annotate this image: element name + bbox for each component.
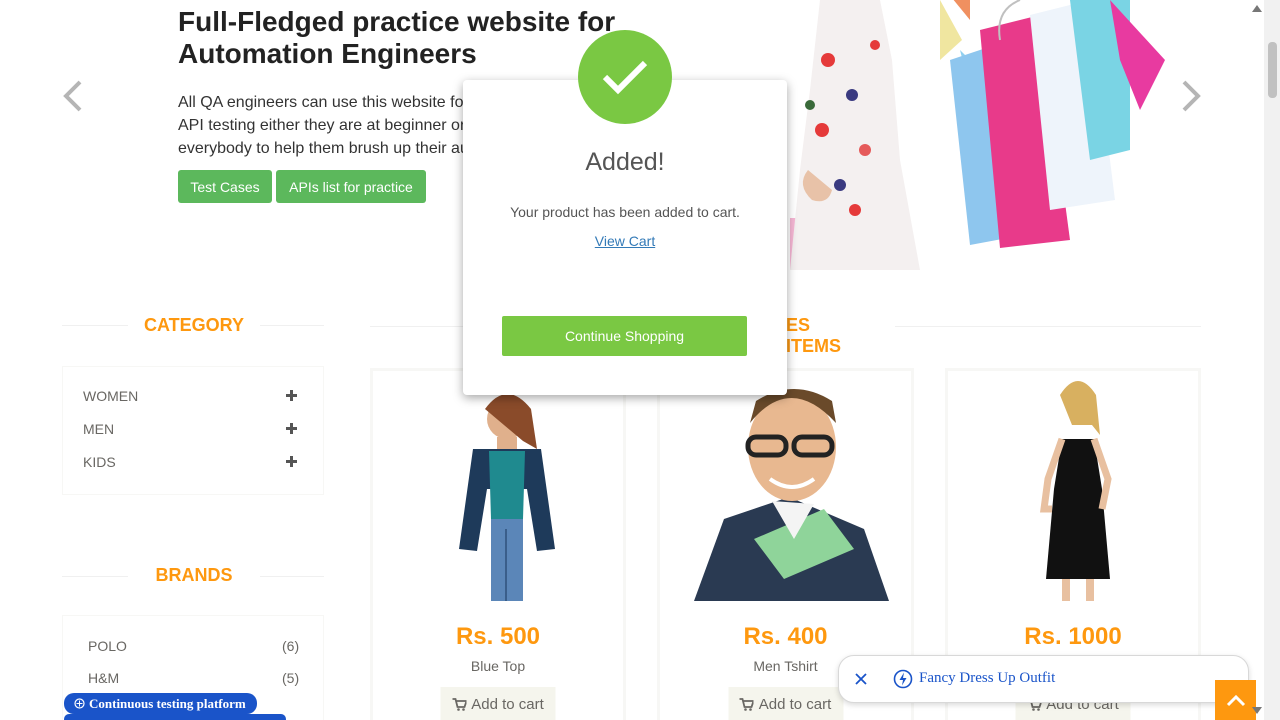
category-item-women[interactable]: WOMEN <box>83 388 138 404</box>
ad-label: Continuous testing platform <box>89 695 246 711</box>
hero-desc-line: everybody to help them brush up their au <box>178 140 469 157</box>
brand-item-hm[interactable]: H&M <box>88 670 119 686</box>
divider <box>260 576 324 577</box>
category-item-men[interactable]: MEN <box>83 421 114 437</box>
hero-title: Full-Fledged practice website for Automa… <box>178 6 616 69</box>
brand-count: (5) <box>282 670 300 686</box>
add-to-cart-button[interactable]: Add to cart <box>440 687 556 720</box>
hero-desc-line: API testing either they are at beginner … <box>178 117 466 134</box>
divider <box>62 576 128 577</box>
product-price: Rs. 400 <box>743 623 828 650</box>
lightning-icon <box>893 669 913 689</box>
apis-list-button[interactable]: APIs list for practice <box>276 170 426 203</box>
added-to-cart-modal: Added! Your product has been added to ca… <box>463 80 787 395</box>
features-items-title: ES ITEMS <box>786 315 842 356</box>
brand-item-polo[interactable]: POLO <box>88 638 127 654</box>
product-price: Rs. 1000 <box>1024 623 1122 650</box>
continuous-testing-ad[interactable]: Continuous testing platform <box>64 693 257 714</box>
product-image <box>459 394 555 601</box>
product-image <box>694 389 889 601</box>
continue-shopping-button[interactable]: Continue Shopping <box>502 316 747 356</box>
checkmark-icon <box>578 30 672 124</box>
scrollbar-thumb[interactable] <box>1268 42 1277 98</box>
divider <box>62 325 128 326</box>
suggestion-bar[interactable]: Fancy Dress Up Outfit <box>838 655 1249 703</box>
divider <box>895 326 1201 327</box>
scroll-to-top-button[interactable] <box>1215 680 1256 720</box>
divider <box>260 325 324 326</box>
plus-icon[interactable] <box>286 456 297 467</box>
plus-circle-icon <box>74 698 85 709</box>
scroll-down-arrow-icon[interactable] <box>1251 706 1263 716</box>
product-card: Rs. 500 Blue Top Add to cart <box>370 368 626 720</box>
category-item-kids[interactable]: KIDS <box>83 454 116 470</box>
cart-icon <box>452 697 467 711</box>
carousel-prev-icon[interactable] <box>60 74 90 118</box>
modal-message: Your product has been added to cart. <box>510 204 740 220</box>
plus-icon[interactable] <box>286 390 297 401</box>
cart-icon <box>739 697 754 711</box>
product-name: Blue Top <box>470 658 526 674</box>
hero-desc-line: All QA engineers can use this website fo <box>178 94 464 111</box>
shopping-bags-image <box>950 0 1165 248</box>
carousel-next-icon[interactable] <box>1176 74 1206 118</box>
scroll-up-arrow-icon[interactable] <box>1251 3 1263 13</box>
suggestion-text[interactable]: Fancy Dress Up Outfit <box>919 670 1055 687</box>
ad-banner-secondary[interactable] <box>64 714 286 720</box>
close-icon[interactable] <box>853 671 869 687</box>
modal-title: Added! <box>585 148 665 176</box>
product-price: Rs. 500 <box>455 623 541 650</box>
plus-icon[interactable] <box>286 423 297 434</box>
chevron-up-icon <box>1226 694 1245 707</box>
category-title: CATEGORY <box>143 315 244 335</box>
page: Full-Fledged practice website for Automa… <box>0 0 1280 720</box>
scrollbar-track[interactable] <box>1264 0 1280 720</box>
brands-title: BRANDS <box>155 565 233 585</box>
test-cases-button[interactable]: Test Cases <box>178 170 272 203</box>
hero-description: All QA engineers can use this website fo… <box>178 91 478 160</box>
divider <box>370 326 464 327</box>
add-to-cart-label: Add to cart <box>471 695 544 713</box>
brand-count: (6) <box>282 638 300 654</box>
add-to-cart-button[interactable]: Add to cart <box>728 687 843 720</box>
add-to-cart-label: Add to cart <box>758 695 832 713</box>
product-image <box>1040 381 1112 601</box>
view-cart-link[interactable]: View Cart <box>463 233 787 249</box>
